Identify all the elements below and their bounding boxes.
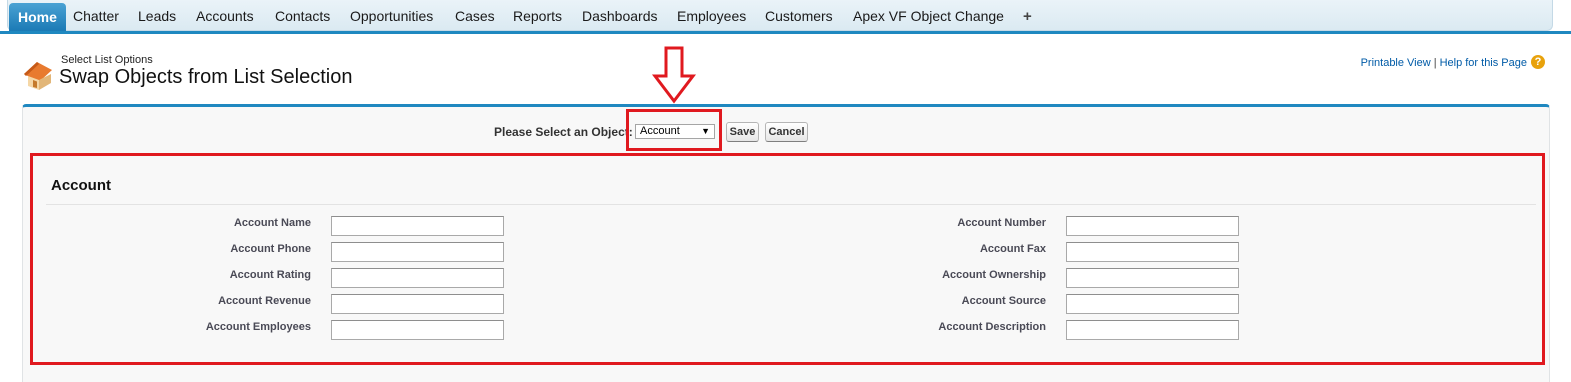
tab-opportunities[interactable]: Opportunities — [350, 0, 433, 31]
tab-bar: Home Chatter Leads Accounts Contacts Opp… — [0, 0, 1571, 34]
object-select-label: Please Select an Object: — [494, 125, 633, 139]
section-highlight-box — [30, 153, 1545, 365]
tab-home[interactable]: Home — [9, 3, 66, 31]
red-down-arrow-icon — [651, 46, 697, 104]
tab-dashboards[interactable]: Dashboards — [582, 0, 658, 31]
select-highlight-box — [626, 109, 722, 151]
tab-reports[interactable]: Reports — [513, 0, 562, 31]
tab-bar-underline — [0, 31, 1571, 34]
printable-view-link[interactable]: Printable View — [1361, 57, 1431, 69]
help-for-this-page-link[interactable]: Help for this Page — [1440, 57, 1527, 69]
tab-contacts[interactable]: Contacts — [275, 0, 330, 31]
page-subtitle: Select List Options — [61, 54, 153, 66]
help-links: Printable View | Help for this Page — [1361, 57, 1527, 69]
tab-cases[interactable]: Cases — [455, 0, 495, 31]
cancel-button[interactable]: Cancel — [765, 122, 808, 142]
tab-chatter[interactable]: Chatter — [73, 0, 119, 31]
tab-apex-vf-object-change[interactable]: Apex VF Object Change — [853, 0, 1004, 31]
tab-employees[interactable]: Employees — [677, 0, 746, 31]
add-tab-plus-icon[interactable]: + — [1023, 0, 1032, 31]
home-icon — [24, 62, 52, 90]
page-title: Swap Objects from List Selection — [59, 66, 353, 88]
link-separator: | — [1433, 57, 1437, 69]
tab-customers[interactable]: Customers — [765, 0, 833, 31]
save-button[interactable]: Save — [726, 122, 759, 142]
tab-accounts[interactable]: Accounts — [196, 0, 254, 31]
help-question-icon[interactable]: ? — [1531, 55, 1545, 69]
tab-leads[interactable]: Leads — [138, 0, 176, 31]
